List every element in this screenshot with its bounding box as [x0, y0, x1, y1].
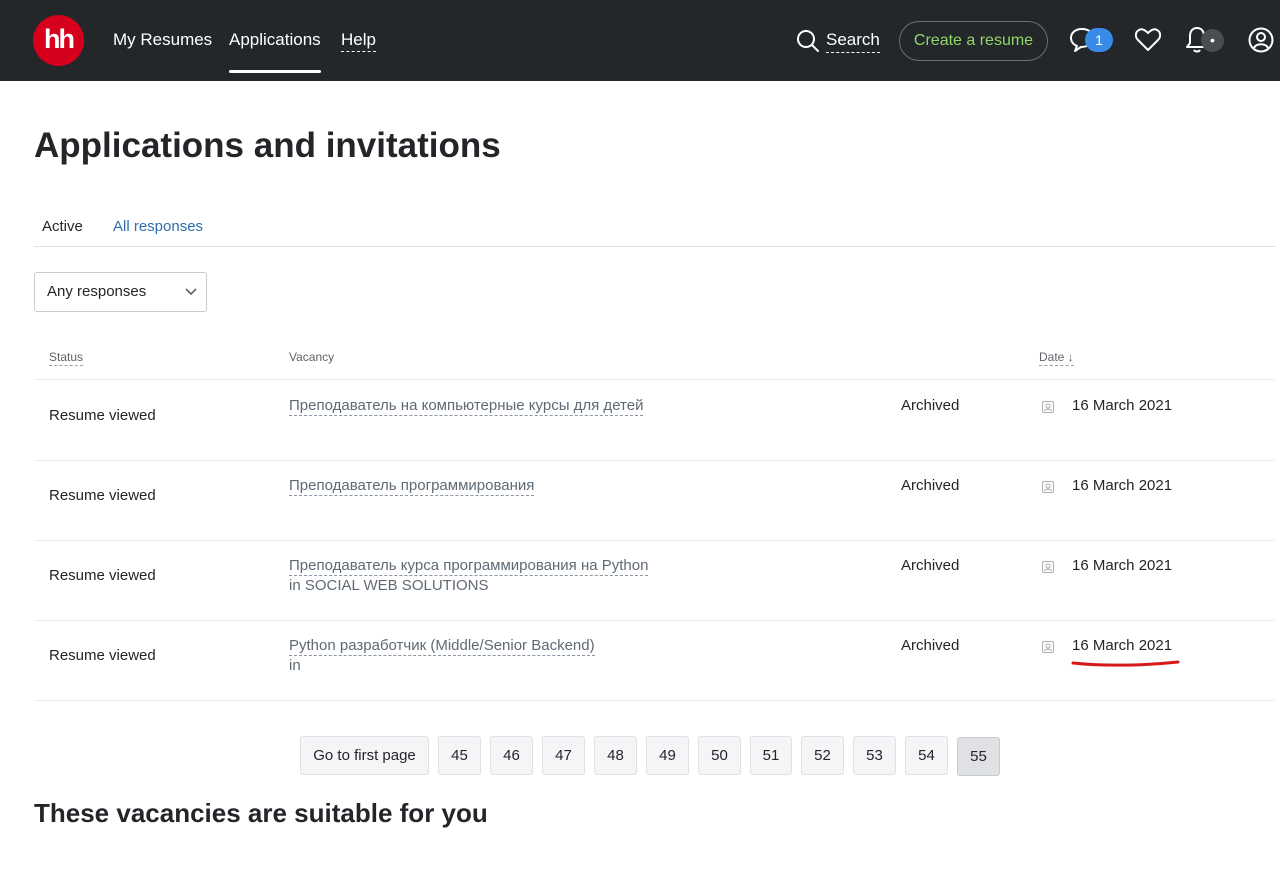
row-divider — [34, 379, 1276, 380]
pagination-page-button[interactable]: 46 — [490, 736, 533, 775]
column-header-vacancy: Vacancy — [289, 350, 335, 364]
viewed-icon — [1041, 400, 1055, 414]
pagination-current-page: 55 — [957, 737, 1000, 776]
row-date: 16 March 2021 — [1072, 477, 1173, 494]
row-divider — [34, 460, 1276, 461]
pagination-first-page-button[interactable]: Go to first page — [300, 736, 429, 775]
row-archived-label: Archived — [901, 397, 960, 414]
viewed-icon — [1041, 560, 1055, 574]
nav-applications[interactable]: Applications — [229, 30, 321, 50]
vacancy-company: in — [289, 657, 301, 674]
vacancy-title: Python разработчик (Middle/Senior Backen… — [289, 637, 595, 656]
pagination-page-button[interactable]: 51 — [750, 736, 792, 775]
row-status: Resume viewed — [49, 567, 156, 584]
pagination-page-button[interactable]: 54 — [905, 736, 948, 775]
tabs-divider — [34, 246, 1276, 247]
row-status: Resume viewed — [49, 407, 156, 424]
viewed-icon — [1041, 480, 1055, 494]
heart-icon[interactable] — [1135, 28, 1161, 52]
response-filter-select[interactable]: Any responses — [34, 272, 207, 312]
table-row: Resume viewed Преподаватель курса програ… — [0, 547, 1280, 627]
row-date: 16 March 2021 — [1072, 637, 1173, 654]
row-date: 16 March 2021 — [1072, 397, 1173, 414]
pagination-page-button[interactable]: 52 — [801, 736, 844, 775]
vacancy-link[interactable]: Преподаватель на компьютерные курсы для … — [289, 397, 644, 416]
vacancy-link[interactable]: Python разработчик (Middle/Senior Backen… — [289, 637, 595, 656]
row-divider — [34, 700, 1276, 701]
column-header-status[interactable]: Status — [49, 350, 84, 366]
response-filter-value: Any responses — [47, 283, 147, 300]
pagination-page-button[interactable]: 50 — [698, 736, 741, 775]
tab-active[interactable]: Active — [42, 218, 83, 235]
row-status: Resume viewed — [49, 647, 156, 664]
vacancy-title: Преподаватель курса программирования на … — [289, 557, 649, 576]
suggested-vacancies-title: These vacancies are suitable for you — [34, 798, 488, 828]
create-resume-button[interactable]: Create a resume — [899, 21, 1048, 61]
row-divider — [34, 620, 1276, 621]
pagination-page-button[interactable]: 45 — [438, 736, 481, 775]
vacancy-title: Преподаватель на компьютерные курсы для … — [289, 397, 644, 416]
page-title: Applications and invitations — [34, 126, 501, 165]
row-archived-label: Archived — [901, 557, 960, 574]
search-icon — [797, 30, 819, 52]
vacancy-company: in SOCIAL WEB SOLUTIONS — [289, 577, 489, 594]
column-header-date-label: Date ↓ — [1039, 350, 1074, 366]
nav-help[interactable]: Help — [341, 30, 376, 52]
row-divider — [34, 540, 1276, 541]
column-header-date[interactable]: Date ↓ — [1039, 350, 1074, 366]
nav-help-label: Help — [341, 30, 376, 52]
viewed-icon — [1041, 640, 1055, 654]
notifications-badge: • — [1201, 29, 1224, 52]
chevron-down-icon — [185, 288, 197, 296]
column-header-status-label: Status — [49, 350, 84, 366]
top-navigation-bar: hh My Resumes Applications Help Search C… — [0, 0, 1280, 81]
vacancy-link[interactable]: Преподаватель программирования — [289, 477, 535, 496]
nav-my-resumes[interactable]: My Resumes — [113, 30, 212, 50]
vacancy-title: Преподаватель программирования — [289, 477, 535, 496]
vacancy-link[interactable]: Преподаватель курса программирования на … — [289, 557, 649, 576]
user-profile-icon[interactable] — [1248, 27, 1274, 53]
pagination-page-button[interactable]: 53 — [853, 736, 896, 775]
red-handdrawn-underline — [1071, 660, 1180, 667]
pagination-page-button[interactable]: 48 — [594, 736, 637, 775]
hh-logo[interactable]: hh — [33, 15, 84, 66]
pagination-page-button[interactable]: 47 — [542, 736, 585, 775]
tab-all-responses[interactable]: All responses — [113, 218, 203, 235]
nav-active-indicator — [229, 70, 321, 73]
messages-count-badge: 1 — [1085, 28, 1113, 52]
row-archived-label: Archived — [901, 637, 960, 654]
row-date: 16 March 2021 — [1072, 557, 1173, 574]
row-status: Resume viewed — [49, 487, 156, 504]
pagination-page-button[interactable]: 49 — [646, 736, 689, 775]
search-label: Search — [826, 30, 880, 53]
table-row: Resume viewed Преподаватель на компьютер… — [0, 387, 1280, 467]
row-archived-label: Archived — [901, 477, 960, 494]
table-row: Resume viewed Преподаватель программиров… — [0, 467, 1280, 547]
